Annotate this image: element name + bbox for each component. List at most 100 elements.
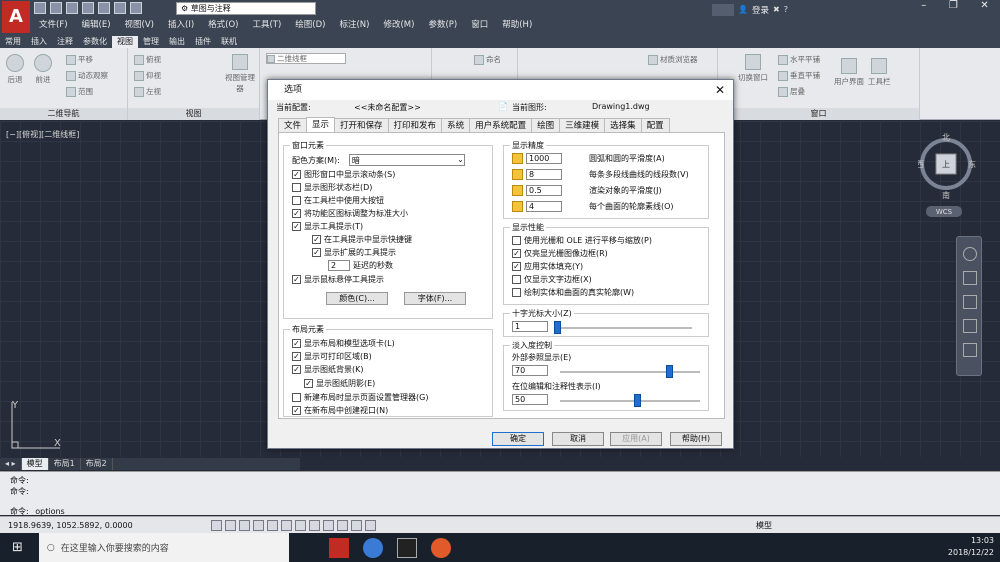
- dialog-tab[interactable]: 绘图: [531, 118, 561, 132]
- dialog-tab[interactable]: 文件: [278, 118, 308, 132]
- new-icon[interactable]: [34, 2, 46, 14]
- menu-item[interactable]: 帮助(H): [495, 17, 539, 33]
- photo-task-icon[interactable]: [430, 537, 451, 558]
- taskbar-search[interactable]: ○ 在这里输入你要搜索的内容: [38, 533, 289, 562]
- checkbox-box[interactable]: ✓: [512, 249, 521, 258]
- menu-item[interactable]: 修改(M): [376, 17, 421, 33]
- grid-icon[interactable]: [225, 519, 236, 531]
- checkbox-box[interactable]: [292, 183, 301, 192]
- checkbox-row[interactable]: ✓ 显示工具提示(T): [292, 221, 363, 232]
- quick-props-icon[interactable]: [351, 519, 362, 531]
- menu-item[interactable]: 编辑(E): [75, 17, 118, 33]
- login-link[interactable]: 登录: [752, 4, 769, 16]
- pan-button[interactable]: 平移: [66, 54, 93, 65]
- rollover-tooltips-checkbox[interactable]: ✓ 显示鼠标悬停工具提示: [292, 274, 384, 285]
- menu-item[interactable]: 参数(P): [421, 17, 464, 33]
- menu-item[interactable]: 标注(N): [332, 17, 376, 33]
- redo-icon[interactable]: [130, 2, 142, 14]
- zoom-icon[interactable]: [963, 295, 977, 309]
- viewport-controls[interactable]: [−][俯视][二维线框]: [6, 129, 79, 140]
- checkbox-box[interactable]: [512, 288, 521, 297]
- dialog-tab[interactable]: 三维建模: [559, 118, 606, 132]
- extents-button[interactable]: 范围: [66, 86, 93, 97]
- ribbon-tab[interactable]: 插入: [26, 36, 52, 48]
- show-shortcut-keys-checkbox[interactable]: ✓ 在工具提示中显示快捷键: [312, 234, 412, 245]
- inplace-fade-slider[interactable]: [560, 400, 700, 402]
- menu-item[interactable]: 格式(O): [201, 17, 245, 33]
- dialog-tab[interactable]: 打开和保存: [334, 118, 389, 132]
- show-paper-shadow-checkbox[interactable]: ✓ 显示图纸阴影(E): [304, 378, 375, 389]
- dialog-tab[interactable]: 用户系统配置: [469, 118, 533, 132]
- checkbox-box[interactable]: ✓: [292, 406, 301, 415]
- dialog-tab[interactable]: 打印和发布: [387, 118, 443, 132]
- resolution-input[interactable]: 8: [526, 169, 562, 180]
- crosshair-size-input[interactable]: 1: [512, 321, 548, 332]
- ribbon-tab[interactable]: 管理: [138, 36, 164, 48]
- dialog-tab[interactable]: 配置: [640, 118, 670, 132]
- ribbon-tab[interactable]: 注释: [52, 36, 78, 48]
- checkbox-box[interactable]: ✓: [312, 248, 321, 257]
- checkbox-row[interactable]: ✓ 显示布局和模型选项卡(L): [292, 338, 395, 349]
- layout-tab[interactable]: 布局1: [49, 458, 81, 470]
- viewcube[interactable]: 北 南 东 西 上 WCS: [918, 132, 978, 220]
- checkbox-row[interactable]: ✓ 在新布局中创建视口(N): [292, 405, 388, 416]
- save-icon[interactable]: [66, 2, 78, 14]
- ducs-icon[interactable]: [295, 519, 306, 531]
- checkbox-box[interactable]: ✓: [292, 365, 301, 374]
- layout-tab[interactable]: 模型: [21, 458, 49, 470]
- steering-wheel-icon[interactable]: [963, 247, 977, 261]
- ribbon-tab[interactable]: 插件: [190, 36, 216, 48]
- checkbox-row[interactable]: 新建布局时显示页面设置管理器(G): [292, 392, 428, 403]
- checkbox-row[interactable]: ✓ 应用实体填充(Y): [512, 261, 583, 272]
- resolution-input[interactable]: 0.5: [526, 185, 562, 196]
- dyn-icon[interactable]: [309, 519, 320, 531]
- otrack-icon[interactable]: [281, 519, 292, 531]
- app-logo-button[interactable]: A: [2, 1, 30, 33]
- xref-fade-slider[interactable]: [560, 371, 700, 373]
- orbit-button[interactable]: 动态观察: [66, 70, 108, 81]
- xref-fade-input[interactable]: 70: [512, 365, 548, 376]
- checkbox-box[interactable]: [292, 196, 301, 205]
- fonts-button[interactable]: 字体(F)...: [404, 292, 466, 305]
- resolution-input[interactable]: 4: [526, 201, 562, 212]
- minimize-button[interactable]: –: [921, 0, 926, 16]
- system-clock[interactable]: 13:03 2018/12/22: [948, 535, 994, 559]
- visual-style-dropdown[interactable]: 二维线框: [266, 53, 346, 64]
- forward-button[interactable]: 前进: [34, 54, 52, 85]
- tile-horizontal-button[interactable]: 水平平铺: [778, 54, 820, 65]
- checkbox-row[interactable]: ✓ 将功能区图标调整为标准大小: [292, 208, 408, 219]
- checkbox-row[interactable]: 绘制实体和曲面的真实轮廓(W): [512, 287, 634, 298]
- checkbox-row[interactable]: 显示图形状态栏(D): [292, 182, 372, 193]
- inplace-slider-thumb[interactable]: [634, 394, 641, 407]
- checkbox-box[interactable]: ✓: [292, 209, 301, 218]
- checkbox-box[interactable]: ✓: [312, 235, 321, 244]
- checkbox-row[interactable]: ✓ 显示图纸背景(K): [292, 364, 364, 375]
- checkbox-box[interactable]: ✓: [292, 339, 301, 348]
- dialog-tab[interactable]: 选择集: [604, 118, 642, 132]
- checkbox-row[interactable]: 仅显示文字边框(X): [512, 274, 592, 285]
- lineweight-icon[interactable]: [323, 519, 334, 531]
- delay-seconds-input[interactable]: 2: [328, 260, 350, 271]
- checkbox-row[interactable]: 在工具栏中使用大按钮: [292, 195, 384, 206]
- snap-icon[interactable]: [211, 519, 222, 531]
- checkbox-box[interactable]: ✓: [512, 262, 521, 271]
- dialog-tab[interactable]: 显示: [306, 117, 336, 132]
- ribbon-tab[interactable]: 参数化: [78, 36, 112, 48]
- switch-window-button[interactable]: 切换窗口: [738, 54, 768, 83]
- ribbon-tab[interactable]: 常用: [0, 36, 26, 48]
- view-manager-button[interactable]: 视图管理器: [224, 54, 256, 94]
- checkbox-row[interactable]: ✓ 显示可打印区域(B): [292, 351, 372, 362]
- showmotion-icon[interactable]: [963, 343, 977, 357]
- transparency-icon[interactable]: [337, 519, 348, 531]
- material-browser-button[interactable]: 材质浏览器: [648, 54, 698, 65]
- orbit-icon[interactable]: [963, 319, 977, 333]
- left-view-button[interactable]: 左视: [134, 86, 161, 97]
- menu-item[interactable]: 绘图(D): [288, 17, 332, 33]
- workspace-dropdown[interactable]: ⚙ 草图与注释: [176, 2, 316, 15]
- checkbox-box[interactable]: ✓: [304, 379, 313, 388]
- command-window[interactable]: 命令: 命令: 命令: _options: [0, 471, 1000, 516]
- bottom-view-button[interactable]: 仰视: [134, 70, 161, 81]
- checkbox-box[interactable]: ✓: [292, 352, 301, 361]
- menu-item[interactable]: 窗口: [464, 17, 495, 33]
- cascade-button[interactable]: 层叠: [778, 86, 805, 97]
